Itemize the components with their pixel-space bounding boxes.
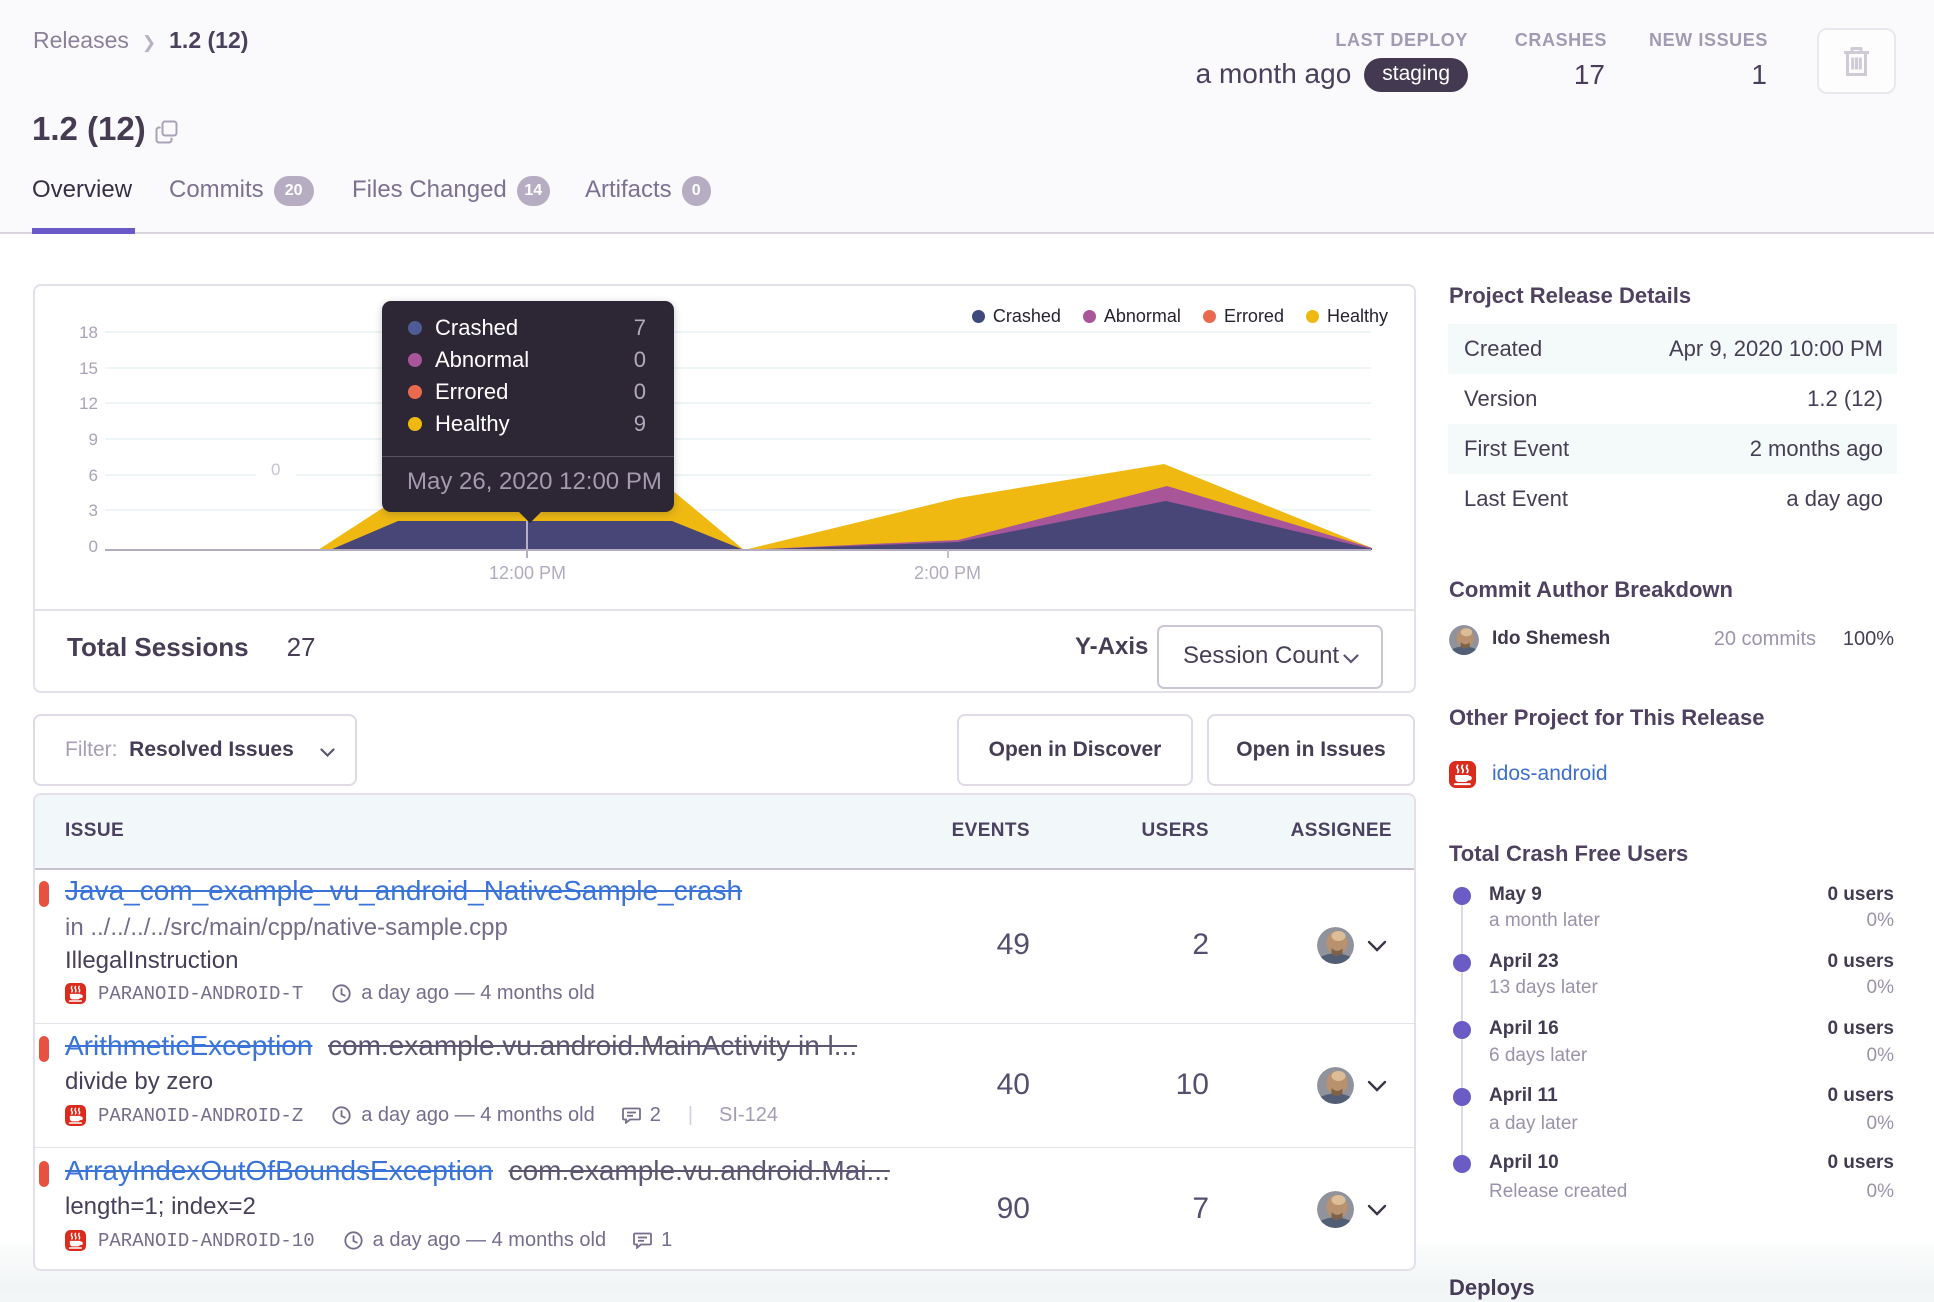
svg-text:0: 0 [271,460,280,479]
